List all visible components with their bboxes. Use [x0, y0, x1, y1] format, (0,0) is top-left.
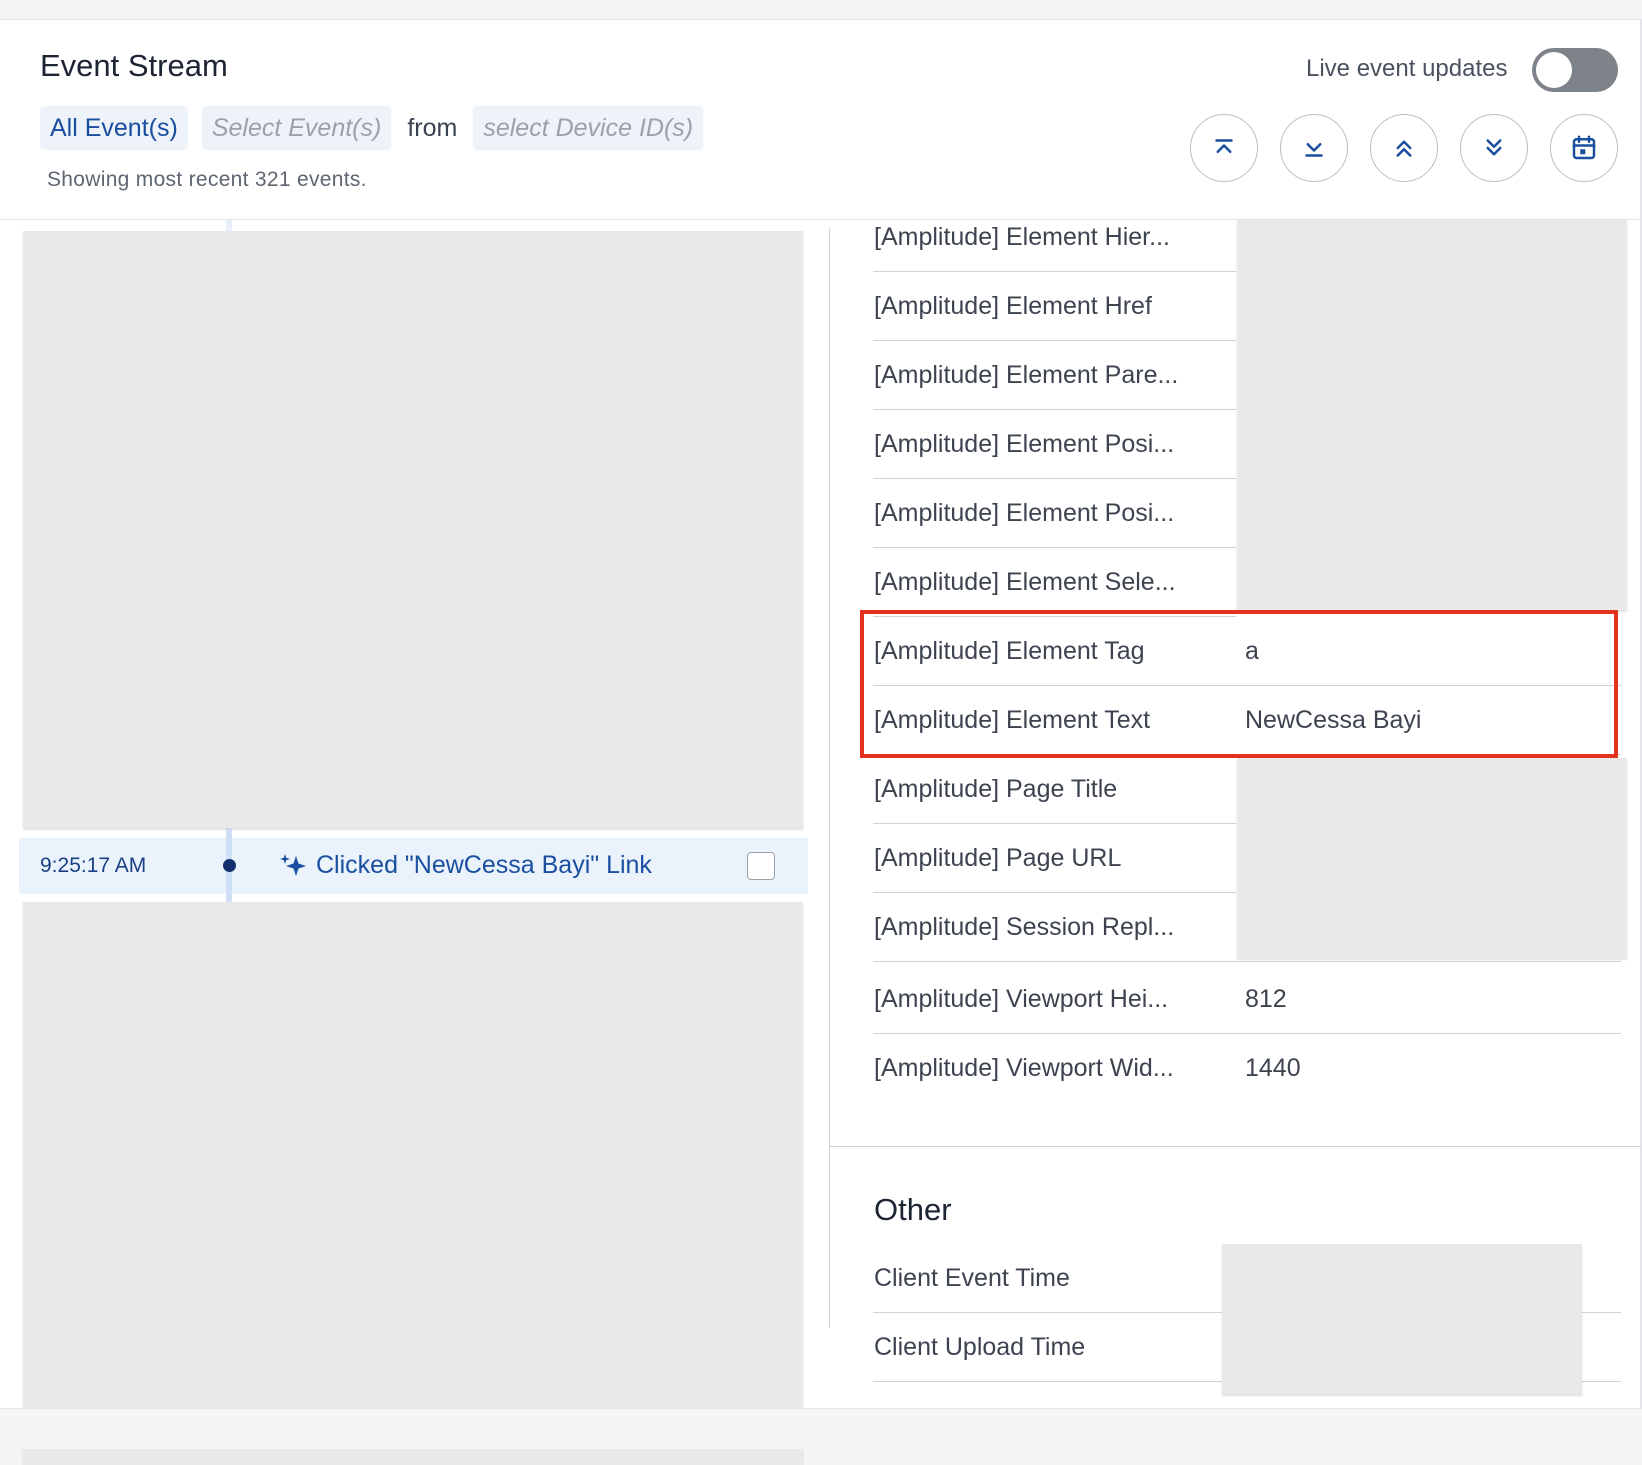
property-key: [Amplitude] Element Sele...: [874, 568, 1176, 596]
toggle-knob: [1536, 52, 1572, 88]
highlight-annotation: [860, 610, 1618, 758]
property-key: [Amplitude] Element Pare...: [874, 361, 1179, 389]
row-divider: [873, 961, 1621, 962]
property-key: [Amplitude] Page Title: [874, 775, 1118, 803]
property-key: [Amplitude] Viewport Wid...: [874, 1054, 1174, 1082]
jump-to-bottom-icon: [1305, 143, 1323, 157]
next-event-icon: [1486, 139, 1502, 156]
event-row-selected[interactable]: 9:25:17 AM Clicked "NewCessa Bayi" Link: [19, 830, 808, 902]
top-strip: [0, 0, 1642, 20]
all-events-chip[interactable]: All Event(s): [40, 106, 188, 150]
bottom-strip: [0, 1408, 1642, 1449]
event-name-link[interactable]: Clicked "NewCessa Bayi" Link: [316, 851, 652, 880]
panel-divider: [829, 228, 830, 1328]
property-key: [Amplitude] Element Href: [874, 292, 1152, 320]
property-key: [Amplitude] Element Hier...: [874, 223, 1170, 251]
property-key: [Amplitude] Session Repl...: [874, 913, 1175, 941]
property-key: Client Upload Time: [874, 1333, 1086, 1361]
section-title-other: Other: [874, 1192, 952, 1227]
property-value: 812: [1245, 985, 1287, 1013]
calendar-icon: [1572, 135, 1596, 160]
property-key: Client Event Time: [874, 1264, 1070, 1292]
jump-to-top-button[interactable]: [1190, 114, 1258, 182]
select-device-input[interactable]: select Device ID(s): [473, 106, 704, 150]
section-divider: [829, 1146, 1641, 1147]
property-value: 1440: [1245, 1054, 1301, 1082]
previous-event-button[interactable]: [1370, 114, 1438, 182]
jump-to-top-icon: [1215, 139, 1233, 153]
next-event-button[interactable]: [1460, 114, 1528, 182]
select-events-input[interactable]: Select Event(s): [201, 106, 392, 150]
event-count-text: Showing most recent 321 events.: [47, 168, 367, 191]
jump-to-bottom-button[interactable]: [1280, 114, 1348, 182]
timeline-dot: [223, 859, 236, 872]
property-key: [Amplitude] Viewport Hei...: [874, 985, 1169, 1013]
live-updates-toggle[interactable]: [1532, 48, 1618, 92]
redacted-values-top: [1237, 220, 1627, 610]
event-time: 9:25:17 AM: [40, 854, 147, 877]
redacted-values-other: [1222, 1244, 1582, 1394]
redacted-events-above: [23, 231, 803, 828]
live-updates-label: Live event updates: [1306, 55, 1508, 82]
property-row: [Amplitude] Viewport Hei... 812: [873, 965, 1621, 1034]
event-select-checkbox[interactable]: [747, 852, 775, 880]
property-key: [Amplitude] Element Posi...: [874, 430, 1175, 458]
event-filter-row: All Event(s) Select Event(s) from select…: [40, 106, 704, 150]
redacted-values-middle: [1237, 758, 1627, 958]
previous-event-icon: [1396, 140, 1412, 157]
sparkle-icon: [280, 854, 306, 876]
property-key: [Amplitude] Page URL: [874, 844, 1122, 872]
event-timeline: 9:25:17 AM Clicked "NewCessa Bayi" Link: [0, 220, 830, 1465]
page-title: Event Stream: [40, 48, 228, 83]
property-row: [Amplitude] Viewport Wid... 1440: [873, 1034, 1621, 1103]
calendar-button[interactable]: [1550, 114, 1618, 182]
from-label: from: [407, 113, 458, 142]
property-key: [Amplitude] Element Posi...: [874, 499, 1175, 527]
redacted-events-below: [23, 902, 803, 1465]
